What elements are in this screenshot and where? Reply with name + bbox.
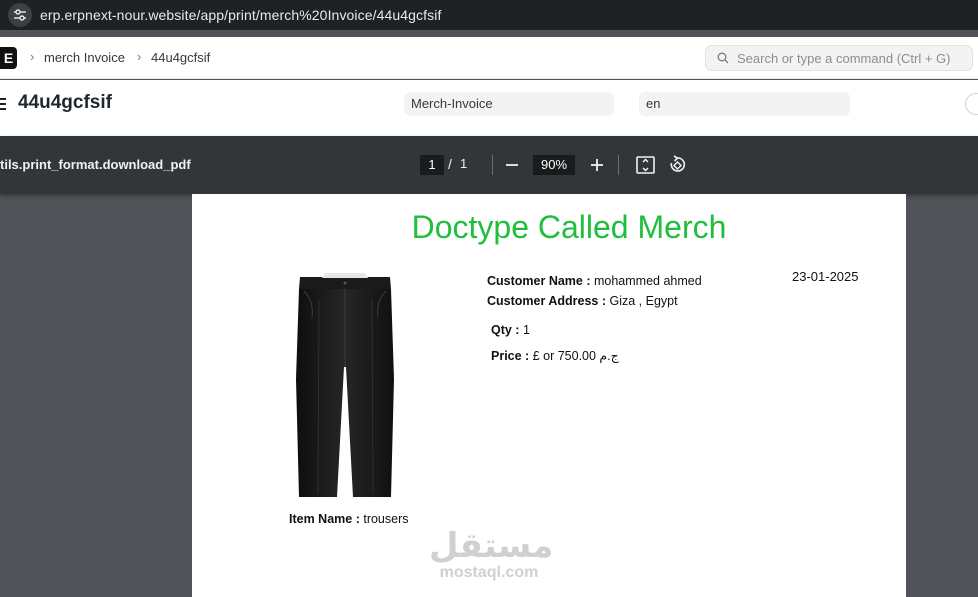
app-navbar: E › merch Invoice › 44u4gcfsif Search or… <box>0 37 978 79</box>
item-name-label: Item Name : <box>289 512 360 526</box>
chevron-right-icon: › <box>30 49 35 64</box>
browser-address-bar: erp.erpnext-nour.website/app/print/merch… <box>0 0 978 30</box>
page-title: 44u4gcfsif <box>18 92 112 113</box>
customer-name-label: Customer Name : <box>487 274 591 288</box>
pdf-document-title: tils.print_format.download_pdf <box>0 157 191 172</box>
customer-name-line: Customer Name : mohammed ahmed <box>487 274 702 288</box>
qty-label: Qty : <box>491 323 520 337</box>
page-total: 1 <box>460 156 468 171</box>
print-format-select[interactable]: Merch-Invoice <box>404 92 614 116</box>
fit-to-page-icon[interactable] <box>636 156 655 174</box>
page-head: 44u4gcfsif Merch-Invoice en <box>0 80 978 136</box>
price-label: Price : <box>491 349 530 363</box>
url-text[interactable]: erp.erpnext-nour.website/app/print/merch… <box>40 7 441 23</box>
watermark-latin: mostaql.com <box>439 564 539 581</box>
rotate-icon[interactable] <box>668 155 687 174</box>
search-icon <box>717 52 729 64</box>
watermark-arabic: مستقل <box>429 526 554 566</box>
item-name-line: Item Name : trousers <box>289 512 409 526</box>
sidebar-toggle-icon[interactable] <box>0 98 6 111</box>
item-name-value: trousers <box>363 512 409 526</box>
language-select[interactable]: en <box>639 92 850 116</box>
pdf-page: Doctype Called Merch Customer Name: moh… <box>192 194 906 597</box>
chevron-right-icon: › <box>137 49 142 64</box>
qty-line: Qty : 1 <box>491 323 530 337</box>
toolbar-divider <box>618 155 619 175</box>
zoom-in-icon[interactable] <box>590 158 604 172</box>
page-separator: / <box>448 156 452 172</box>
toolbar-divider <box>492 155 493 175</box>
settings-button[interactable] <box>965 93 978 115</box>
item-image <box>290 269 400 501</box>
document-title: Doctype Called Merch <box>411 209 727 245</box>
site-info-icon[interactable] <box>8 3 32 27</box>
search-input[interactable]: Search or type a command (Ctrl + G) <box>737 51 951 66</box>
awesomebar-search[interactable]: Search or type a command (Ctrl + G) <box>705 45 973 71</box>
customer-address-label: Customer Address : <box>487 294 607 308</box>
customer-address-value: Giza , Egypt <box>609 294 678 308</box>
breadcrumb-doc-id[interactable]: 44u4gcfsif <box>151 50 210 65</box>
app-logo[interactable]: E <box>0 47 17 69</box>
customer-address-line: Customer Address : Giza , Egypt <box>487 294 678 308</box>
customer-name-value: mohammed ahmed <box>593 274 702 288</box>
price-value: £ or 750.00 ج.م <box>532 349 619 363</box>
qty-value: 1 <box>522 323 530 337</box>
zoom-out-icon[interactable] <box>505 158 519 172</box>
pdf-viewer-toolbar: tils.print_format.download_pdf 1 / 1 90% <box>0 136 978 194</box>
breadcrumb-merch-invoice[interactable]: merch Invoice <box>44 50 125 65</box>
zoom-level-input[interactable]: 90% <box>533 155 575 175</box>
document-date: 23-01-2025 <box>792 269 859 284</box>
page-number-input[interactable]: 1 <box>420 155 444 175</box>
price-line: Price : £ or 750.00 ج.م <box>491 348 619 363</box>
watermark: مستقل mostaql.com <box>429 526 554 582</box>
